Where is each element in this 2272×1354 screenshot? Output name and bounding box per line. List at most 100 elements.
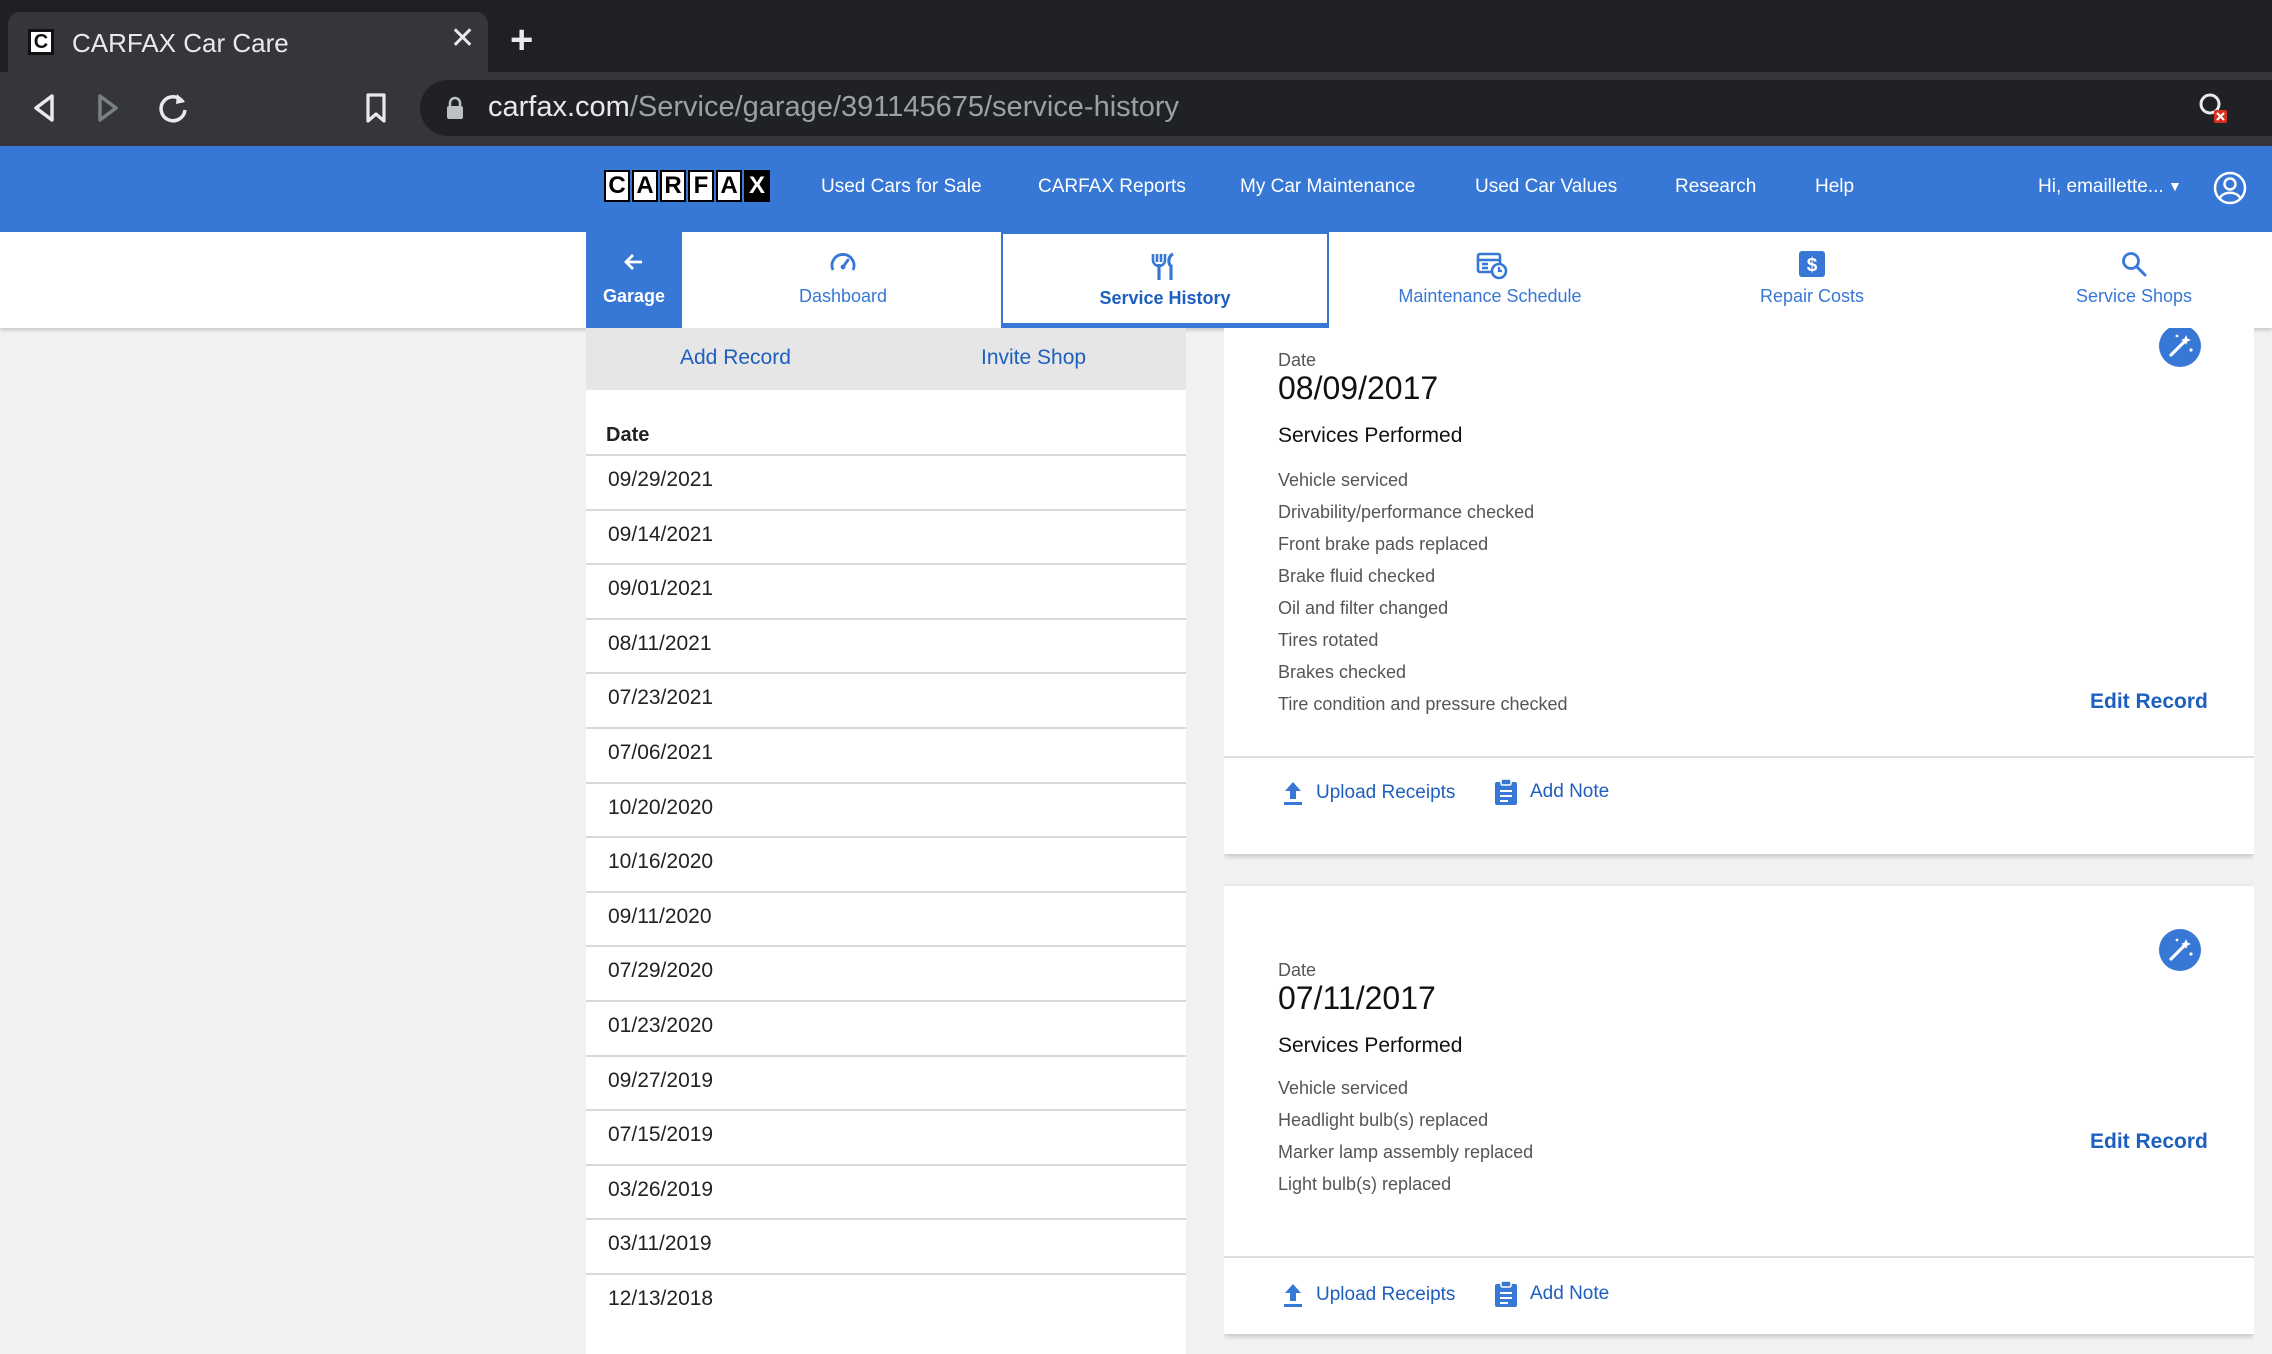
- service-item: Brake fluid checked: [1278, 566, 1436, 586]
- reload-icon[interactable]: [156, 90, 190, 126]
- garage-label: Garage: [602, 286, 666, 306]
- dollar-icon: $: [1799, 251, 1825, 277]
- clipboard-icon: [1495, 1280, 1517, 1307]
- browser-tabstrip: C CARFAX Car Care ✕ +: [0, 0, 2272, 72]
- browser-toolbar: carfax.com/Service/garage/391145675/serv…: [0, 72, 2272, 146]
- list-item[interactable]: 07/29/2020: [586, 945, 1186, 1000]
- date-column-header: Date: [606, 424, 650, 446]
- services-performed-title: Services Performed: [1278, 424, 1463, 447]
- magic-wand-icon[interactable]: [2158, 328, 2202, 368]
- user-greeting[interactable]: Hi, emaillette...: [2038, 176, 2164, 198]
- forward-icon[interactable]: [94, 90, 122, 126]
- list-item[interactable]: 03/11/2019: [586, 1218, 1186, 1273]
- tab-service-history[interactable]: Service History: [1001, 232, 1329, 328]
- close-tab-icon[interactable]: ✕: [450, 24, 475, 54]
- service-item: Vehicle serviced: [1278, 1078, 1409, 1098]
- service-item: Drivability/performance checked: [1278, 502, 1535, 522]
- extension-icon[interactable]: [2196, 90, 2230, 126]
- record-date: 07/11/2017: [1278, 980, 1436, 1016]
- logo-letter: C: [604, 170, 630, 202]
- record-date: 08/09/2017: [1278, 370, 1439, 406]
- list-item[interactable]: 03/26/2019: [586, 1163, 1186, 1219]
- logo-letter: F: [688, 170, 714, 202]
- tab-dashboard[interactable]: Dashboard: [682, 232, 1004, 328]
- list-item[interactable]: 10/16/2020: [586, 836, 1186, 891]
- service-item: Headlight bulb(s) replaced: [1278, 1110, 1489, 1130]
- list-item[interactable]: 09/29/2021: [586, 454, 1186, 509]
- add-note-button[interactable]: Add Note: [1494, 778, 1609, 806]
- upload-receipts-button[interactable]: Upload Receipts: [1282, 780, 1455, 806]
- service-item: Vehicle serviced: [1278, 470, 1409, 490]
- logo-letter: X: [744, 170, 770, 202]
- list-item[interactable]: 09/27/2019: [586, 1054, 1186, 1110]
- nav-my-car-maintenance[interactable]: My Car Maintenance: [1240, 176, 1415, 198]
- logo-letter: A: [632, 170, 658, 202]
- tab-label: Repair Costs: [1759, 286, 1865, 306]
- add-record-button[interactable]: Add Record: [680, 346, 791, 370]
- user-account-icon[interactable]: [2212, 170, 2248, 206]
- back-icon[interactable]: [30, 90, 58, 126]
- svg-text:$: $: [1807, 255, 1818, 276]
- upload-receipts-button[interactable]: Upload Receipts: [1282, 1282, 1455, 1308]
- add-note-button[interactable]: Add Note: [1494, 1280, 1609, 1308]
- nav-used-cars[interactable]: Used Cars for Sale: [821, 176, 982, 198]
- service-record-card: Date 08/09/2017 Services Performed Vehic…: [1224, 328, 2254, 854]
- tools-icon: [1151, 252, 1174, 280]
- new-tab-icon[interactable]: +: [510, 20, 533, 60]
- service-item: Light bulb(s) replaced: [1278, 1174, 1452, 1194]
- magic-wand-icon[interactable]: [2158, 928, 2202, 972]
- list-item[interactable]: 08/11/2021: [586, 617, 1186, 673]
- services-performed-title: Services Performed: [1278, 1034, 1463, 1057]
- nav-carfax-reports[interactable]: CARFAX Reports: [1038, 176, 1186, 198]
- upload-receipts-label: Upload Receipts: [1316, 1284, 1456, 1305]
- list-item[interactable]: 07/06/2021: [586, 726, 1186, 782]
- list-item[interactable]: 07/23/2021: [586, 672, 1186, 727]
- tab-maintenance-schedule[interactable]: Maintenance Schedule: [1329, 232, 1651, 328]
- service-item: Tires rotated: [1278, 630, 1379, 650]
- tab-service-shops[interactable]: Service Shops: [1973, 232, 2272, 328]
- service-item: Oil and filter changed: [1278, 598, 1449, 618]
- record-date-label: Date: [1278, 960, 1317, 980]
- garage-back-button[interactable]: Garage: [586, 232, 682, 328]
- tab-label: Dashboard: [798, 286, 888, 306]
- clipboard-icon: [1495, 778, 1517, 805]
- browser-tab[interactable]: C CARFAX Car Care ✕: [8, 12, 488, 72]
- tab-label: Service Shops: [2075, 286, 2193, 306]
- service-item: Front brake pads replaced: [1278, 534, 1489, 554]
- services-list: Vehicle serviced Drivability/performance…: [1278, 464, 1568, 720]
- list-item[interactable]: 01/23/2020: [586, 999, 1186, 1055]
- service-item: Brakes checked: [1278, 662, 1407, 682]
- chevron-down-icon[interactable]: ▼: [2168, 178, 2182, 194]
- add-note-label: Add Note: [1530, 1283, 1610, 1304]
- calendar-clock-icon: [1476, 252, 1508, 280]
- list-item[interactable]: 12/13/2018: [586, 1272, 1186, 1328]
- carfax-logo[interactable]: C A R F A X: [604, 170, 772, 206]
- service-date-list: 09/29/2021 09/14/2021 09/01/2021 08/11/2…: [586, 454, 1186, 1328]
- list-item[interactable]: 10/20/2020: [586, 781, 1186, 837]
- list-item[interactable]: 07/15/2019: [586, 1109, 1186, 1164]
- bookmark-icon[interactable]: [362, 90, 390, 126]
- edit-record-button[interactable]: Edit Record: [2090, 690, 2208, 714]
- list-item[interactable]: 09/14/2021: [586, 508, 1186, 564]
- edit-record-button[interactable]: Edit Record: [2090, 1130, 2208, 1154]
- service-records: Date 08/09/2017 Services Performed Vehic…: [1224, 328, 2254, 1354]
- tab-repair-costs[interactable]: $ Repair Costs: [1651, 232, 1973, 328]
- tab-label: Service History: [1099, 288, 1231, 308]
- nav-help[interactable]: Help: [1815, 176, 1854, 198]
- add-note-label: Add Note: [1530, 781, 1610, 802]
- nav-used-car-values[interactable]: Used Car Values: [1475, 176, 1617, 198]
- card-divider: [1224, 756, 2254, 758]
- sub-navigation: Garage Dashboard Service History Mainten…: [0, 232, 2272, 328]
- list-item[interactable]: 09/01/2021: [586, 563, 1186, 618]
- card-divider: [1224, 1256, 2254, 1258]
- address-bar[interactable]: carfax.com/Service/garage/391145675/serv…: [420, 80, 2272, 136]
- upload-icon: [1284, 1284, 1302, 1307]
- nav-research[interactable]: Research: [1675, 176, 1756, 198]
- search-icon: [2122, 252, 2147, 277]
- invite-shop-button[interactable]: Invite Shop: [981, 346, 1086, 370]
- url-text[interactable]: carfax.com/Service/garage/391145675/serv…: [488, 91, 1179, 124]
- logo-letter: A: [716, 170, 742, 202]
- list-item[interactable]: 09/11/2020: [586, 890, 1186, 946]
- site-header: C A R F A X Used Cars for Sale CARFAX Re…: [0, 146, 2272, 232]
- service-item: Tire condition and pressure checked: [1278, 694, 1568, 714]
